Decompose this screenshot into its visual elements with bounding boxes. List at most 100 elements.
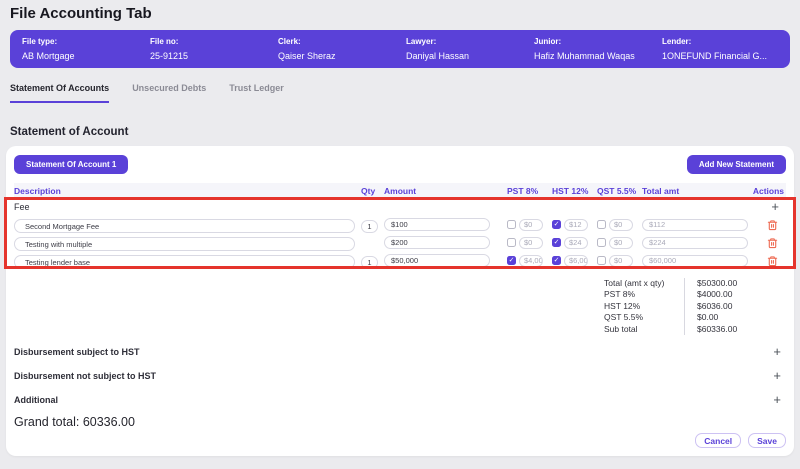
lawyer-field: Lawyer: Daniyal Hassan (406, 37, 534, 61)
lender-label: Lender: (662, 37, 790, 47)
qst-value-input[interactable] (609, 237, 633, 249)
delete-row-icon[interactable] (767, 255, 784, 267)
hst-checkbox[interactable] (552, 238, 561, 247)
statement-of-account-1-button[interactable]: Statement Of Account 1 (14, 155, 128, 174)
header-hst: HST 12% (552, 186, 588, 196)
section-label: Additional (14, 395, 58, 405)
file-no-field: File no: 25-91215 (150, 37, 278, 61)
section-label: Disbursement not subject to HST (14, 371, 156, 381)
totals-value: $0.00 (684, 312, 754, 323)
header-actions: Actions (748, 186, 786, 196)
file-info-banner: File type: AB Mortgage File no: 25-91215… (10, 30, 790, 68)
qst-value-input[interactable] (609, 255, 633, 267)
save-button[interactable]: Save (748, 433, 786, 448)
description-input[interactable] (14, 255, 355, 269)
hst-value-input[interactable] (564, 237, 588, 249)
header-total-amt: Total amt (642, 186, 748, 196)
totals-value: $4000.00 (684, 289, 754, 300)
tab-statement-of-accounts[interactable]: Statement Of Accounts (10, 83, 109, 103)
hst-value-input[interactable] (564, 219, 588, 231)
add-additional-row-icon[interactable]: + (773, 394, 786, 406)
total-amount-input[interactable] (642, 255, 748, 267)
totals-row-qst: QST 5.5% $0.00 (604, 312, 754, 323)
total-amount-input[interactable] (642, 219, 748, 231)
clerk-value: Qaiser Sheraz (278, 51, 406, 61)
file-no-value: 25-91215 (150, 51, 278, 61)
amount-input[interactable] (384, 254, 490, 267)
tab-trust-ledger[interactable]: Trust Ledger (229, 83, 284, 103)
header-qst: QST 5.5% (597, 186, 633, 196)
table-header-row: Description Qty Amount PST 8% HST 12% QS… (14, 183, 786, 199)
totals-label: Total (amt x qty) (604, 278, 684, 289)
totals-summary: Total (amt x qty) $50300.00 PST 8% $4000… (604, 278, 754, 335)
pst-value-input[interactable] (519, 255, 543, 267)
header-description: Description (14, 186, 355, 196)
totals-label: PST 8% (604, 289, 684, 300)
disbursement-sections: Disbursement subject to HST + Disburseme… (14, 340, 786, 412)
tab-unsecured-debts[interactable]: Unsecured Debts (132, 83, 206, 103)
table-row (14, 218, 786, 231)
pst-value-input[interactable] (519, 219, 543, 231)
hst-checkbox[interactable] (552, 220, 561, 229)
cancel-button[interactable]: Cancel (695, 433, 741, 448)
file-type-label: File type: (22, 37, 150, 47)
totals-row-hst: HST 12% $6036.00 (604, 301, 754, 312)
fee-group: Fee + (14, 201, 786, 267)
section-additional: Additional + (14, 388, 786, 412)
form-actions: Cancel Save (14, 433, 786, 448)
fee-group-header: Fee + (14, 201, 786, 213)
junior-label: Junior: (534, 37, 662, 47)
grand-total-value: 60336.00 (83, 415, 135, 429)
total-amount-input[interactable] (642, 237, 748, 249)
qst-checkbox[interactable] (597, 256, 606, 265)
qty-input[interactable] (361, 220, 378, 233)
qst-checkbox[interactable] (597, 238, 606, 247)
section-disbursement-subject-to-hst: Disbursement subject to HST + (14, 340, 786, 364)
pst-checkbox[interactable] (507, 238, 516, 247)
pst-checkbox[interactable] (507, 220, 516, 229)
totals-row-pst: PST 8% $4000.00 (604, 289, 754, 300)
clerk-label: Clerk: (278, 37, 406, 47)
hst-checkbox[interactable] (552, 256, 561, 265)
fee-group-label: Fee (14, 202, 748, 212)
file-type-field: File type: AB Mortgage (22, 37, 150, 61)
add-disbursement-no-hst-row-icon[interactable]: + (773, 370, 786, 382)
junior-field: Junior: Hafiz Muhammad Waqas (534, 37, 662, 61)
table-row (14, 254, 786, 267)
totals-value: $6036.00 (684, 301, 754, 312)
totals-value: $50300.00 (684, 278, 754, 289)
add-disbursement-hst-row-icon[interactable]: + (773, 346, 786, 358)
delete-row-icon[interactable] (767, 237, 784, 249)
header-qty: Qty (361, 186, 378, 196)
section-label: Disbursement subject to HST (14, 347, 140, 357)
totals-row-total: Total (amt x qty) $50300.00 (604, 278, 754, 289)
pst-checkbox[interactable] (507, 256, 516, 265)
hst-value-input[interactable] (564, 255, 588, 267)
add-new-statement-button[interactable]: Add New Statement (687, 155, 786, 174)
clerk-field: Clerk: Qaiser Sheraz (278, 37, 406, 61)
statement-toolbar: Statement Of Account 1 Add New Statement (14, 155, 786, 174)
totals-row-subtotal: Sub total $60336.00 (604, 324, 754, 335)
table-row (14, 236, 786, 249)
grand-total-label: Grand total: (14, 415, 79, 429)
add-fee-row-icon[interactable]: + (771, 201, 784, 213)
delete-row-icon[interactable] (767, 219, 784, 231)
lender-field: Lender: 1ONEFUND Financial G... (662, 37, 790, 61)
amount-input[interactable] (384, 236, 490, 249)
description-input[interactable] (14, 219, 355, 233)
header-amount: Amount (384, 186, 490, 196)
main-tabs: Statement Of Accounts Unsecured Debts Tr… (10, 83, 790, 103)
totals-label: HST 12% (604, 301, 684, 312)
pst-value-input[interactable] (519, 237, 543, 249)
lawyer-label: Lawyer: (406, 37, 534, 47)
lender-value: 1ONEFUND Financial G... (662, 51, 790, 61)
description-input[interactable] (14, 237, 355, 251)
file-accounting-page: File Accounting Tab File type: AB Mortga… (0, 0, 800, 469)
statement-of-account-heading: Statement of Account (10, 125, 800, 139)
qst-value-input[interactable] (609, 219, 633, 231)
qty-input[interactable] (361, 256, 378, 269)
amount-input[interactable] (384, 218, 490, 231)
file-no-label: File no: (150, 37, 278, 47)
totals-value: $60336.00 (684, 324, 754, 335)
qst-checkbox[interactable] (597, 220, 606, 229)
